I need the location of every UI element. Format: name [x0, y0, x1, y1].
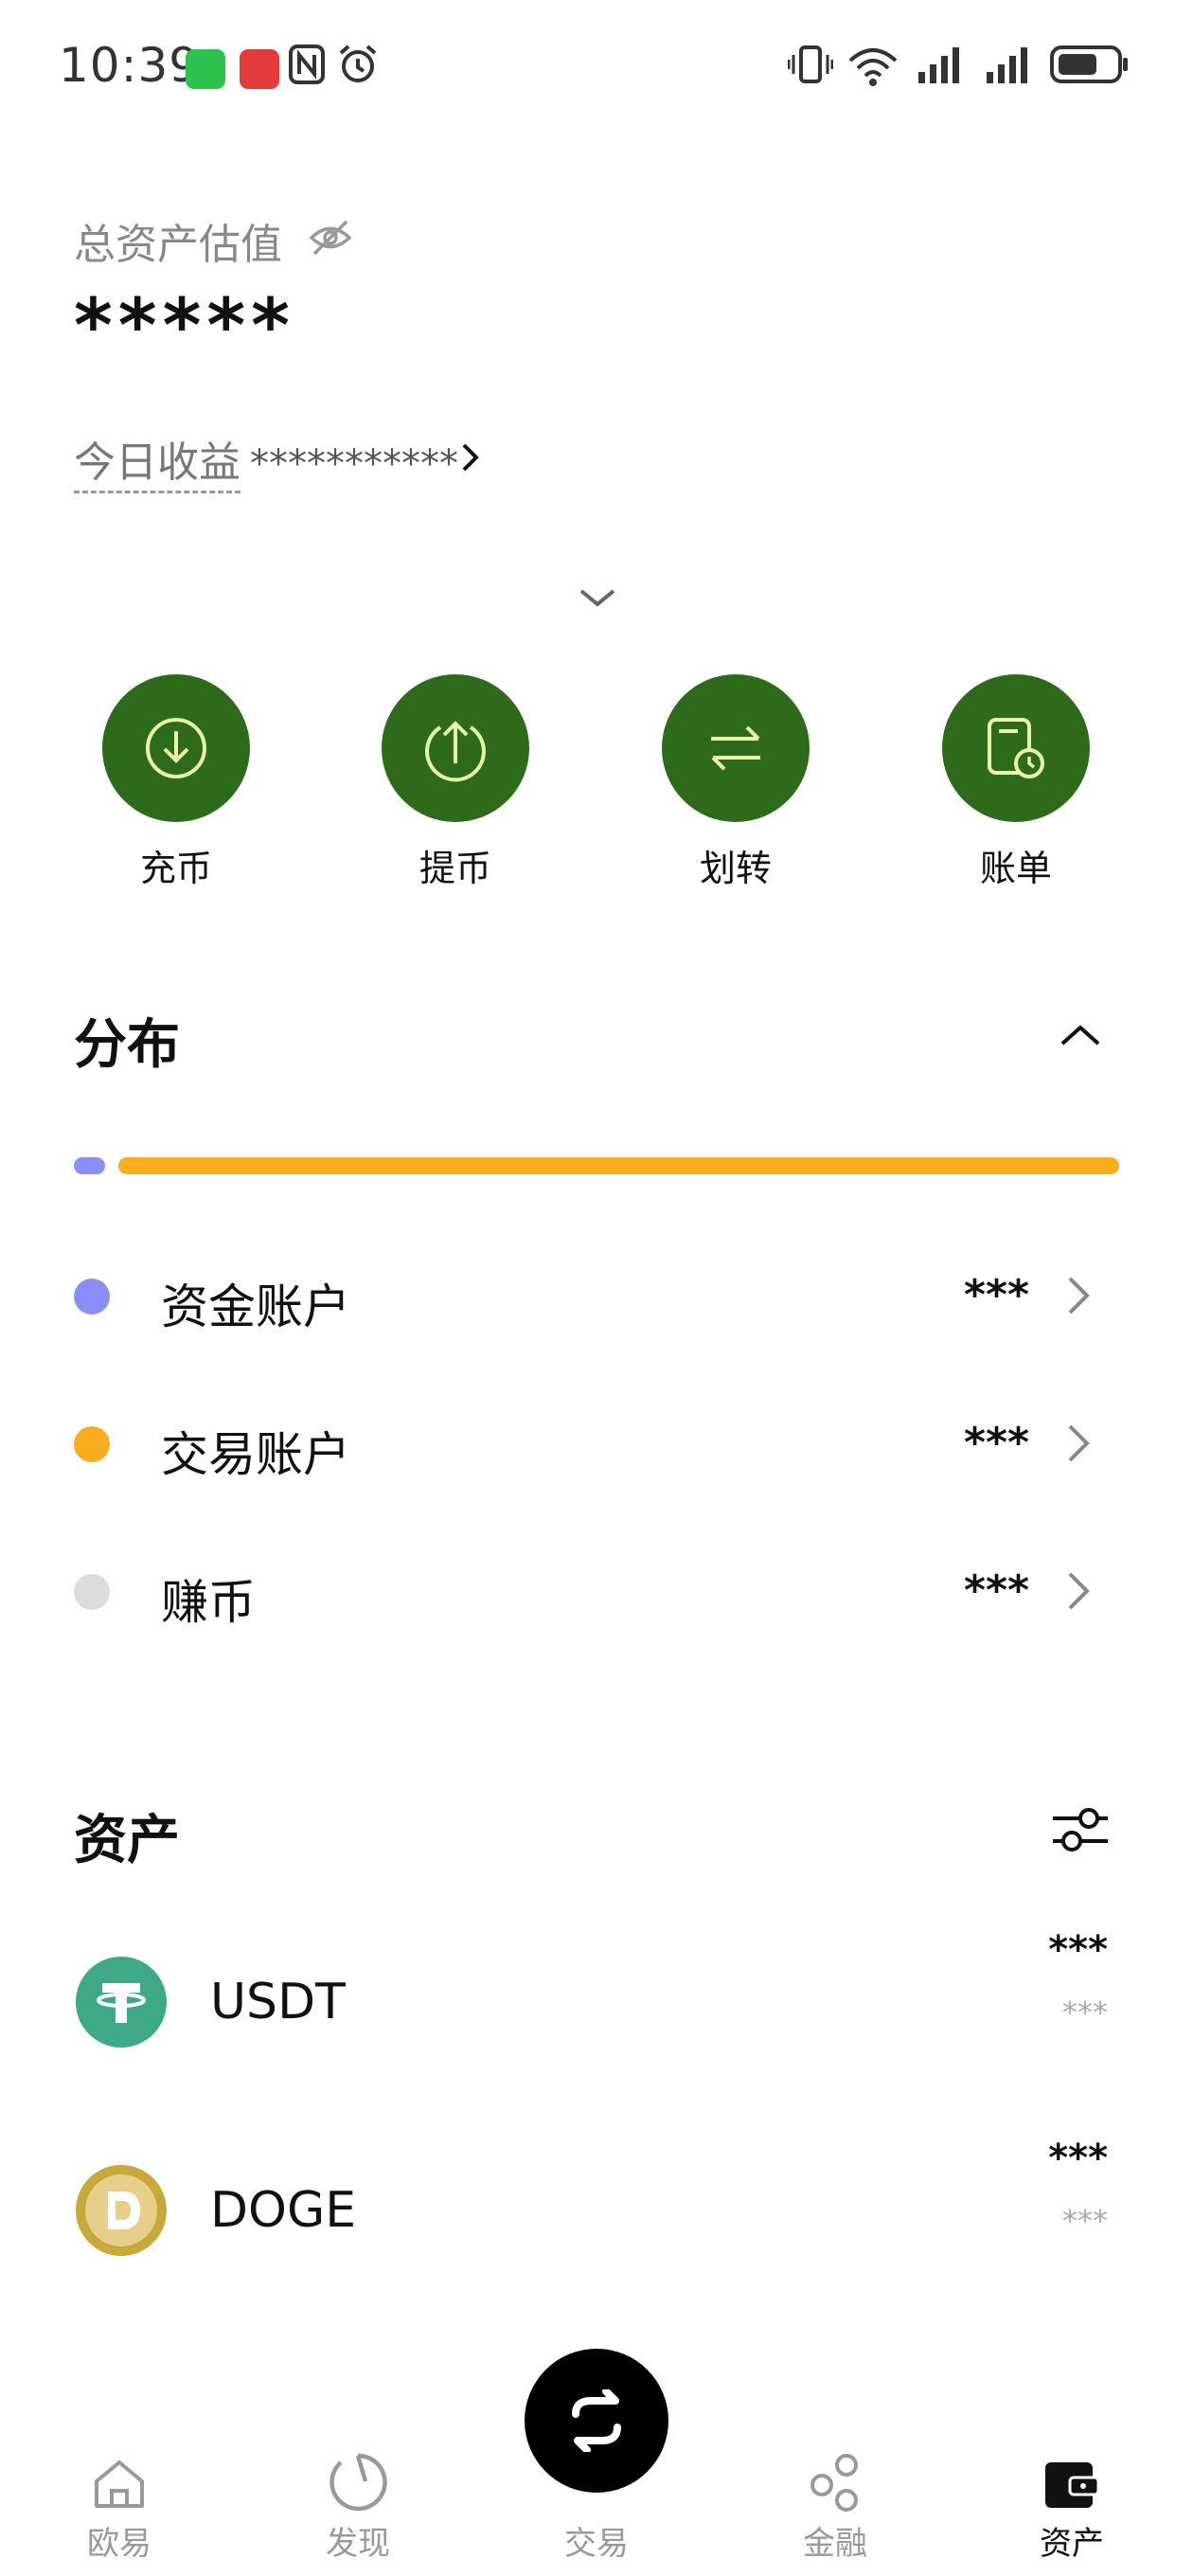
nfc-icon	[288, 44, 326, 95]
funding-dot	[74, 1279, 110, 1315]
distribution-title: 分布	[74, 1014, 180, 1076]
account-name: 赚币	[161, 1575, 256, 1630]
today-earnings-label: 今日收益	[74, 438, 240, 493]
trade-button[interactable]	[525, 2349, 668, 2493]
signal-1-icon	[917, 44, 966, 89]
vibrate-icon	[787, 44, 834, 89]
trading-dot	[74, 1426, 110, 1462]
earn-dot	[74, 1574, 110, 1610]
transfer-label: 划转	[699, 848, 772, 889]
chevron-down-icon[interactable]	[578, 587, 617, 614]
doge-icon	[76, 2165, 167, 2256]
filter-icon[interactable]	[1051, 1803, 1110, 1860]
nav-assets[interactable]: 资产	[987, 2443, 1157, 2564]
distribution-bar-funding	[74, 1157, 105, 1174]
nav-label: 欧易	[87, 2525, 151, 2563]
trade-icon	[572, 2389, 621, 2452]
distribution-bar-trading	[118, 1157, 1119, 1174]
bill-button[interactable]: 账单	[921, 674, 1111, 891]
chevron-right-icon	[1066, 1422, 1091, 1468]
wifi-icon	[846, 44, 899, 91]
nav-discover[interactable]: 发现	[273, 2443, 443, 2564]
today-earnings[interactable]: 今日收益 ***********	[74, 428, 458, 493]
asset-row-doge[interactable]: DOGE *** ***	[0, 2137, 1193, 2288]
appgallery-notification-icon	[240, 49, 279, 89]
total-assets-value: *****	[74, 284, 295, 369]
nav-label: 资产	[1040, 2525, 1104, 2563]
wallet-icon	[987, 2443, 1157, 2512]
status-time: 10:39	[59, 38, 201, 93]
asset-symbol: DOGE	[210, 2182, 357, 2239]
account-value: ***	[964, 1566, 1030, 1615]
assets-title: 资产	[74, 1810, 180, 1871]
account-value: ***	[964, 1271, 1030, 1319]
nav-label: 发现	[326, 2525, 390, 2563]
deposit-label: 充币	[139, 848, 212, 889]
nav-home[interactable]: 欧易	[34, 2443, 205, 2564]
finance-icon	[750, 2443, 920, 2512]
withdraw-icon	[382, 674, 529, 822]
transfer-icon	[662, 674, 810, 822]
wechat-notification-icon	[186, 49, 225, 89]
battery-icon	[1049, 44, 1131, 89]
asset-value: ***	[1048, 1928, 1108, 1972]
signal-2-icon	[985, 44, 1034, 89]
discover-icon	[273, 2443, 443, 2512]
deposit-icon	[102, 674, 250, 822]
alarm-icon	[337, 44, 379, 95]
account-row-earn[interactable]: 赚币 ***	[0, 1546, 1193, 1640]
usdt-icon	[76, 1957, 167, 2048]
chevron-right-icon[interactable]	[460, 441, 481, 477]
nav-label-trade: 交易	[564, 2525, 629, 2563]
account-value: ***	[964, 1419, 1030, 1467]
account-name: 资金账户	[161, 1279, 350, 1334]
transfer-button[interactable]: 划转	[641, 674, 830, 891]
asset-value: ***	[1048, 2137, 1108, 2180]
chevron-up-icon[interactable]	[1059, 1023, 1102, 1051]
nav-finance[interactable]: 金融	[750, 2443, 920, 2564]
total-assets-label: 总资产估值	[74, 221, 282, 269]
account-row-trading[interactable]: 交易账户 ***	[0, 1398, 1193, 1493]
chevron-right-icon	[1066, 1570, 1091, 1616]
asset-row-usdt[interactable]: USDT *** ***	[0, 1928, 1193, 2080]
eye-off-icon[interactable]	[309, 218, 352, 261]
nav-label: 金融	[803, 2525, 867, 2563]
status-bar: 10:39	[0, 0, 1193, 133]
withdraw-label: 提币	[418, 848, 491, 889]
bill-icon	[942, 674, 1090, 822]
asset-sub-value: ***	[1062, 1995, 1108, 2030]
account-name: 交易账户	[161, 1427, 350, 1482]
today-earnings-value: ***********	[250, 442, 458, 486]
home-icon	[34, 2443, 205, 2512]
account-row-funding[interactable]: 资金账户 ***	[0, 1250, 1193, 1345]
bill-label: 账单	[979, 848, 1052, 889]
asset-sub-value: ***	[1062, 2203, 1108, 2239]
asset-symbol: USDT	[210, 1974, 346, 2030]
withdraw-button[interactable]: 提币	[361, 674, 550, 891]
deposit-button[interactable]: 充币	[81, 674, 271, 891]
chevron-right-icon	[1066, 1275, 1091, 1320]
